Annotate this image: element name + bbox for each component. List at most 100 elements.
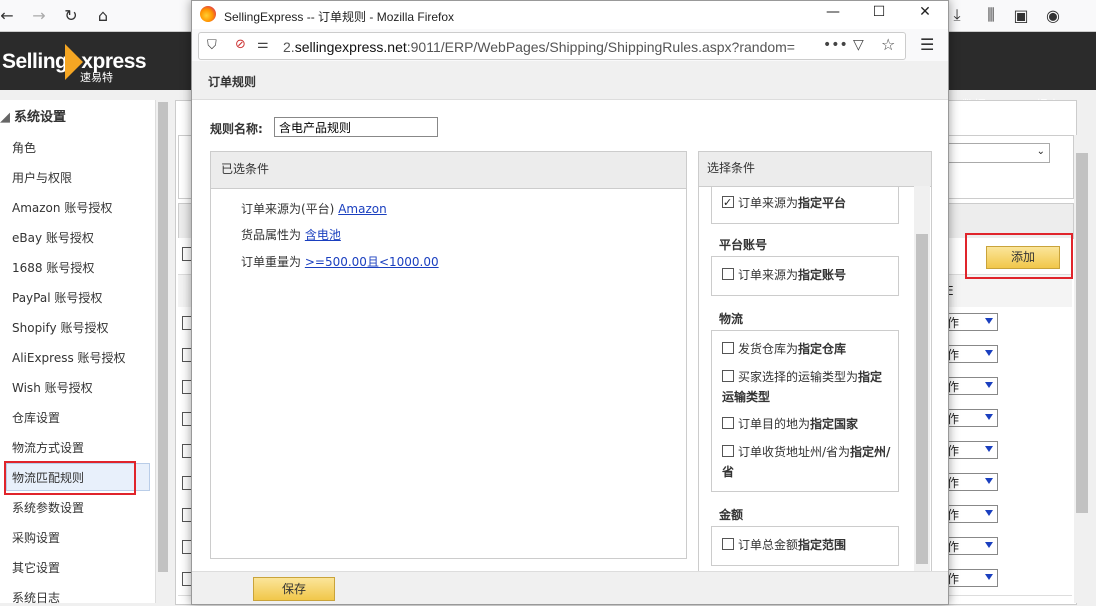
group-label-amount: 金额 [719,508,744,522]
scroll-thumb[interactable] [158,102,168,572]
option-shipping-type[interactable]: 买家选择的运输类型为指定运输类型 [722,367,892,407]
panel-header: 选择条件 [699,152,931,187]
group-label-account: 平台账号 [719,238,768,252]
group-amount-box: 订单总金额指定范围 [711,526,899,566]
checkbox[interactable] [722,538,734,550]
row-action-select[interactable]: 作 [944,537,998,555]
close-icon[interactable]: ✕ [910,4,940,24]
back-icon[interactable]: ← [0,4,18,26]
option-platform[interactable]: 订单来源为指定平台 [722,193,892,213]
chevron-down-icon [985,510,993,516]
insecure-lock-icon[interactable]: ⊘ [235,37,246,52]
menu-icon[interactable]: ☰ [920,35,934,54]
chevron-down-icon [985,350,993,356]
group-logistics-box: 发货仓库为指定仓库 买家选择的运输类型为指定运输类型 订单目的地为指定国家 订单… [711,330,899,492]
panel-title: 选择条件 [707,161,756,175]
checkbox[interactable] [722,445,734,457]
sidebar-item-logs[interactable]: 系统日志 [12,589,60,606]
chevron-down-icon [985,382,993,388]
sidebar-item-system-params[interactable]: 系统参数设置 [12,499,84,516]
sidebar-item-role[interactable]: 角色 [12,139,36,156]
rule-name-label: 规则名称: [210,122,263,136]
url-bar: ⛉ ⊘ ⚌ 2.sellingexpress.net:9011/ERP/WebP… [192,29,948,62]
sidebar-icon[interactable]: ▣ [1010,4,1032,26]
sidebar-item-shipping-methods[interactable]: 物流方式设置 [12,439,84,456]
bookmark-star-icon[interactable]: ☆ [881,35,895,54]
chevron-down-icon [985,574,993,580]
filter-select[interactable]: ⌄ [940,143,1050,163]
sidebar-item-purchase[interactable]: 采购设置 [12,529,60,546]
save-button[interactable]: 保存 [253,577,335,601]
home-icon[interactable]: ⌂ [92,4,114,26]
condition-weight: 订单重量为 >=500.00且<1000.00 [241,255,439,269]
page-title: 订单规则 [208,75,257,89]
condition-link[interactable]: 含电池 [305,228,341,242]
download-icon[interactable]: ⤓ [946,4,968,26]
rule-name-input[interactable] [274,117,438,137]
scroll-thumb[interactable] [1076,153,1088,513]
option-country[interactable]: 订单目的地为指定国家 [722,414,892,434]
sidebar-item-users[interactable]: 用户与权限 [12,169,72,186]
conditions-scrollbar[interactable] [914,186,930,604]
library-icon[interactable]: ⫼ [980,4,1002,26]
condition-attribute: 货品属性为 含电池 [241,228,341,242]
url-text[interactable]: 2.sellingexpress.net:9011/ERP/WebPages/S… [283,39,795,55]
url-field[interactable]: ⛉ ⊘ ⚌ 2.sellingexpress.net:9011/ERP/WebP… [198,32,906,60]
popup-header [192,61,948,100]
highlight-box [965,233,1073,279]
chevron-down-icon [985,414,993,420]
row-action-select[interactable]: 作 [944,377,998,395]
main-scrollbar[interactable] [1074,135,1090,603]
firefox-icon [200,6,216,22]
popup-window: SellingExpress -- 订单规则 - Mozilla Firefox… [191,0,949,605]
sidebar-item-1688[interactable]: 1688 账号授权 [12,259,94,276]
sidebar-section-title[interactable]: ◢ 系统设置 [0,106,66,125]
sidebar-item-amazon[interactable]: Amazon 账号授权 [12,199,112,216]
account-icon[interactable]: ◉ [1042,4,1064,26]
checkbox[interactable] [722,268,734,280]
chevron-down-icon: ◢ [0,110,10,125]
option-state[interactable]: 订单收货地址州/省为指定州/省 [722,442,892,482]
option-warehouse[interactable]: 发货仓库为指定仓库 [722,339,892,359]
sidebar-scrollbar[interactable] [156,92,170,603]
checkbox[interactable] [722,342,734,354]
permissions-icon[interactable]: ⚌ [257,37,269,52]
row-action-select[interactable]: 作 [944,313,998,331]
option-amount[interactable]: 订单总金额指定范围 [722,535,892,555]
row-action-select[interactable]: 作 [944,473,998,491]
reload-icon[interactable]: ↻ [60,4,82,26]
row-action-select[interactable]: 作 [944,409,998,427]
sidebar-item-aliexpress[interactable]: AliExpress 账号授权 [12,349,126,366]
sidebar-item-wish[interactable]: Wish 账号授权 [12,379,93,396]
more-icon[interactable]: ••• [823,37,848,53]
checkbox[interactable] [722,370,734,382]
brand-logo[interactable]: Selling xpress [2,40,147,84]
group-account-box: 订单来源为指定账号 [711,256,899,296]
checkbox-checked[interactable] [722,193,734,213]
minimize-icon[interactable]: — [818,4,848,24]
popup-titlebar: SellingExpress -- 订单规则 - Mozilla Firefox… [192,1,948,29]
condition-platform: 订单来源为(平台) Amazon [241,202,387,216]
row-action-select[interactable]: 作 [944,569,998,587]
row-action-select[interactable]: 作 [944,505,998,523]
sidebar-item-paypal[interactable]: PayPal 账号授权 [12,289,102,306]
condition-link[interactable]: >=500.00且<1000.00 [305,255,439,269]
checkbox[interactable] [722,417,734,429]
row-action-select[interactable]: 作 [944,441,998,459]
chevron-down-icon [985,478,993,484]
panel-header: 已选条件 [211,152,686,189]
brand-subtitle: 速易特 [80,71,113,84]
shield-icon[interactable]: ⛉ [207,38,217,53]
maximize-icon[interactable]: ☐ [864,4,894,24]
option-account[interactable]: 订单来源为指定账号 [722,265,892,285]
forward-icon[interactable]: → [28,4,50,26]
condition-link[interactable]: Amazon [338,202,387,216]
sidebar-item-other[interactable]: 其它设置 [12,559,60,576]
pocket-icon[interactable]: ▽ [853,37,864,53]
choose-conditions-panel: 选择条件 订单来源为指定平台 平台账号 订单来源为指定账号 物流 发货仓库为指定… [698,151,932,604]
sidebar-item-ebay[interactable]: eBay 账号授权 [12,229,94,246]
row-action-select[interactable]: 作 [944,345,998,363]
sidebar-item-shopify[interactable]: Shopify 账号授权 [12,319,108,336]
scroll-thumb[interactable] [916,234,928,564]
sidebar-item-warehouse[interactable]: 仓库设置 [12,409,60,426]
